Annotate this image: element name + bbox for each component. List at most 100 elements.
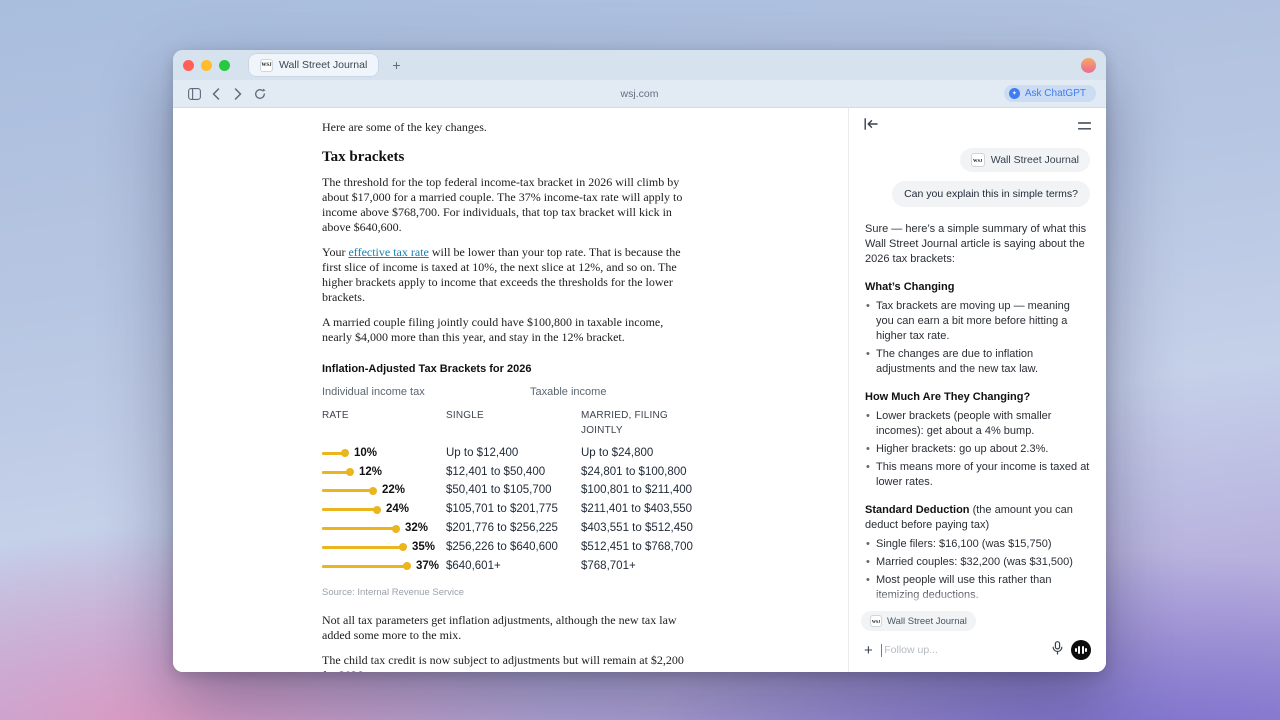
chart-source: Source: Internal Revenue Service [322,585,694,600]
article-paragraph: The threshold for the top federal income… [322,175,694,235]
single-range: Up to $12,400 [446,446,581,461]
married-range: $100,801 to $211,400 [581,483,694,498]
married-range: $403,551 to $512,450 [581,521,694,536]
sidebar-toggle-icon[interactable] [183,83,205,105]
minimize-window-button[interactable] [201,60,212,71]
section-title: How Much Are They Changing? [865,390,1090,405]
browser-tab-wsj[interactable]: WSJ Wall Street Journal [249,54,378,76]
wsj-favicon-icon: WSJ [971,153,985,167]
voice-mode-button[interactable] [1071,640,1091,660]
article-paragraph: Your effective tax rate will be lower th… [322,245,694,305]
rate-label: 37% [416,559,439,574]
source-page-chip[interactable]: WSJ Wall Street Journal [960,148,1090,172]
column-header-single: SINGLE [446,408,581,438]
sidebar-header [849,108,1106,144]
add-attachment-button[interactable]: + [864,643,873,658]
ask-chatgpt-label: Ask ChatGPT [1025,88,1086,99]
rate-label: 22% [382,483,405,498]
window-content: Here are some of the key changes. Tax br… [173,108,1106,672]
chart-subtitle-row: Individual income tax Taxable income [322,385,694,399]
section-title: What’s Changing [865,280,1090,295]
rate-label: 24% [386,502,409,517]
profile-avatar[interactable] [1081,58,1096,73]
collapse-sidebar-icon[interactable] [864,117,878,135]
effective-tax-rate-link[interactable]: effective tax rate [348,245,428,259]
married-range: $211,401 to $403,550 [581,502,694,517]
context-page-chip[interactable]: WSJ Wall Street Journal [861,611,976,631]
assistant-message: Sure — here’s a simple summary of what t… [865,222,1090,607]
rate-bar [322,452,345,455]
address-bar[interactable]: wsj.com [173,88,1106,100]
rate-bar [322,489,373,492]
user-message-bubble: Can you explain this in simple terms? [892,181,1090,207]
ask-chatgpt-button[interactable]: ✦ Ask ChatGPT [1004,85,1096,102]
context-chip-label: Wall Street Journal [887,616,967,627]
sidebar-composer: WSJ Wall Street Journal + [849,607,1106,672]
tax-bracket-row: 12% $12,401 to $50,400 $24,801 to $100,8… [322,463,694,482]
tax-bracket-row: 35% $256,226 to $640,600 $512,451 to $76… [322,538,694,557]
new-tab-button[interactable]: + [392,58,400,72]
married-range: $512,451 to $768,700 [581,540,694,555]
tax-brackets-chart: Inflation-Adjusted Tax Brackets for 2026… [322,362,694,600]
bullet-item: Lower brackets (people with smaller inco… [865,409,1090,439]
tax-bracket-row: 22% $50,401 to $105,700 $100,801 to $211… [322,482,694,501]
single-range: $256,226 to $640,600 [446,540,581,555]
article-paragraph: Here are some of the key changes. [322,120,694,135]
single-range: $640,601+ [446,559,581,574]
zoom-window-button[interactable] [219,60,230,71]
rate-bar [322,565,407,568]
article-paragraph: A married couple filing jointly could ha… [322,315,694,345]
chart-header-row: RATE SINGLE MARRIED, FILING JOINTLY [322,408,694,438]
bullet-item: Higher brackets: go up about 2.3%. [865,442,1090,457]
forward-icon[interactable] [227,83,249,105]
follow-up-input[interactable] [882,644,1044,656]
rate-label: 10% [354,446,377,461]
single-range: $12,401 to $50,400 [446,465,581,480]
column-header-married: MARRIED, FILING JOINTLY [581,408,694,438]
article-pane: Here are some of the key changes. Tax br… [173,108,848,672]
close-window-button[interactable] [183,60,194,71]
tax-bracket-row: 10% Up to $12,400 Up to $24,800 [322,444,694,463]
bullet-list: Single filers: $16,100 (was $15,750) Mar… [865,537,1090,603]
section-title-bold: Standard Deduction [865,504,970,516]
waveform-icon [1078,646,1080,654]
assistant-intro: Sure — here’s a simple summary of what t… [865,222,1090,267]
married-range: Up to $24,800 [581,446,694,461]
chart-subtitle-left: Individual income tax [322,386,425,398]
reload-icon[interactable] [249,83,271,105]
tax-bracket-row: 37% $640,601+ $768,701+ [322,557,694,576]
article-paragraph: The child tax credit is now subject to a… [322,653,694,672]
titlebar: WSJ Wall Street Journal + [173,50,1106,80]
microphone-icon[interactable] [1052,641,1063,660]
rate-label: 12% [359,465,382,480]
article-paragraph: Not all tax parameters get inflation adj… [322,613,694,643]
rate-label: 32% [405,521,428,536]
follow-up-input-area[interactable] [881,644,1044,657]
bullet-item: The changes are due to inflation adjustm… [865,347,1090,377]
article-heading-tax-brackets: Tax brackets [322,150,694,165]
column-header-rate: RATE [322,408,446,438]
chart-subtitle-right: Taxable income [530,385,606,400]
sidebar-menu-icon[interactable] [1078,117,1091,135]
browser-window: WSJ Wall Street Journal + wsj.com ✦ [173,50,1106,672]
chatgpt-sidebar: WSJ Wall Street Journal Can you explain … [848,108,1106,672]
rate-bar [322,527,396,530]
article-text: Your [322,245,348,259]
tax-bracket-row: 24% $105,701 to $201,775 $211,401 to $40… [322,500,694,519]
tax-bracket-row: 32% $201,776 to $256,225 $403,551 to $51… [322,519,694,538]
single-range: $105,701 to $201,775 [446,502,581,517]
desktop-background: WSJ Wall Street Journal + wsj.com ✦ [0,0,1280,720]
single-range: $50,401 to $105,700 [446,483,581,498]
bullet-item: This means more of your income is taxed … [865,460,1090,490]
back-icon[interactable] [205,83,227,105]
bullet-item: Tax brackets are moving up — meaning you… [865,299,1090,344]
source-chip-label: Wall Street Journal [991,154,1079,166]
conversation-scroll-area[interactable]: WSJ Wall Street Journal Can you explain … [849,144,1106,607]
wsj-favicon-icon: WSJ [260,59,273,72]
chart-title: Inflation-Adjusted Tax Brackets for 2026 [322,362,694,377]
bullet-item: Single filers: $16,100 (was $15,750) [865,537,1090,552]
waveform-icon [1085,648,1087,652]
rate-bar [322,546,403,549]
article-column: Here are some of the key changes. Tax br… [322,120,694,672]
bullet-item: Most people will use this rather than it… [865,573,1090,603]
